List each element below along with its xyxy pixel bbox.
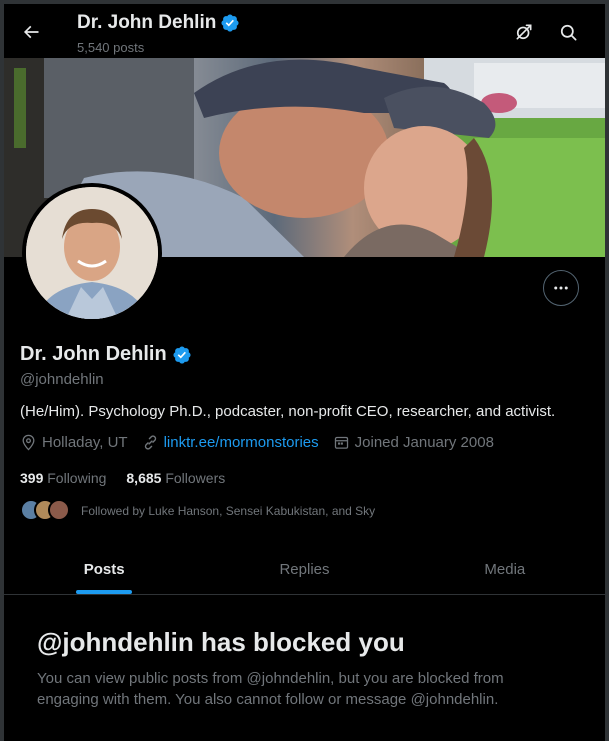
header-name: Dr. John Dehlin: [77, 12, 217, 33]
top-header: Dr. John Dehlin 5,540 posts: [4, 4, 605, 58]
avatar-photo: [26, 187, 158, 319]
profile-page: Dr. John Dehlin 5,540 posts Dr. John Deh…: [0, 0, 609, 741]
followed-by-row[interactable]: Followed by Luke Hanson, Sensei Kabukist…: [20, 499, 375, 523]
followers-label: Followers: [165, 470, 226, 486]
arrow-left-icon: [23, 25, 39, 39]
active-tab-indicator: [76, 590, 133, 594]
following-count: 399: [20, 470, 44, 486]
profile-handle: @johndehlin: [20, 371, 104, 388]
following-label: Following: [47, 470, 107, 486]
tab-label: Posts: [83, 561, 125, 578]
tab-media[interactable]: Media: [405, 545, 605, 594]
post-count: 5,540 posts: [77, 40, 145, 55]
follow-stats: 399 Following 8,685 Followers: [20, 470, 245, 486]
website-link[interactable]: linktr.ee/mormonstories: [164, 434, 319, 451]
followed-by-text: Followed by Luke Hanson, Sensei Kabukist…: [81, 504, 376, 518]
location-text: Holladay, UT: [42, 434, 128, 451]
blocked-title: @johndehlin has blocked you: [37, 627, 405, 657]
profile-name: Dr. John Dehlin: [20, 343, 167, 365]
followers-count: 8,685: [126, 470, 162, 486]
location: Holladay, UT: [20, 434, 128, 451]
profile-meta: Holladay, UT linktr.ee/mormonstories Joi…: [20, 434, 508, 451]
verified-badge-icon[interactable]: [172, 345, 192, 365]
link-icon: [144, 435, 156, 450]
following-link[interactable]: 399 Following: [20, 470, 106, 486]
grok-button[interactable]: [510, 18, 538, 46]
profile-bio: (He/Him). Psychology Ph.D., podcaster, n…: [20, 403, 556, 420]
location-pin-icon: [22, 434, 35, 451]
tab-posts[interactable]: Posts: [4, 545, 204, 594]
tab-label: Media: [484, 561, 526, 578]
search-button[interactable]: [554, 18, 582, 46]
follower-avatar: [48, 499, 70, 521]
join-date: Joined January 2008: [333, 434, 494, 451]
follower-avatars: [20, 499, 76, 523]
blocked-message: You can view public posts from @johndehl…: [37, 670, 504, 708]
header-title: Dr. John Dehlin: [77, 12, 240, 34]
join-date-text: Joined January 2008: [354, 434, 494, 451]
profile-tabs: Posts Replies Media: [4, 545, 605, 595]
more-icon: [554, 286, 568, 290]
avatar[interactable]: [22, 183, 162, 323]
tab-replies[interactable]: Replies: [204, 545, 404, 594]
followers-link[interactable]: 8,685 Followers: [126, 470, 225, 486]
tab-label: Replies: [279, 561, 330, 578]
search-icon: [560, 24, 576, 40]
verified-badge-icon: [220, 13, 240, 33]
profile-name-row: Dr. John Dehlin: [20, 343, 192, 366]
grok-icon: [516, 24, 532, 40]
back-button[interactable]: [16, 17, 46, 47]
more-button[interactable]: [543, 270, 579, 306]
calendar-icon: [334, 436, 348, 449]
website: linktr.ee/mormonstories: [142, 434, 319, 451]
